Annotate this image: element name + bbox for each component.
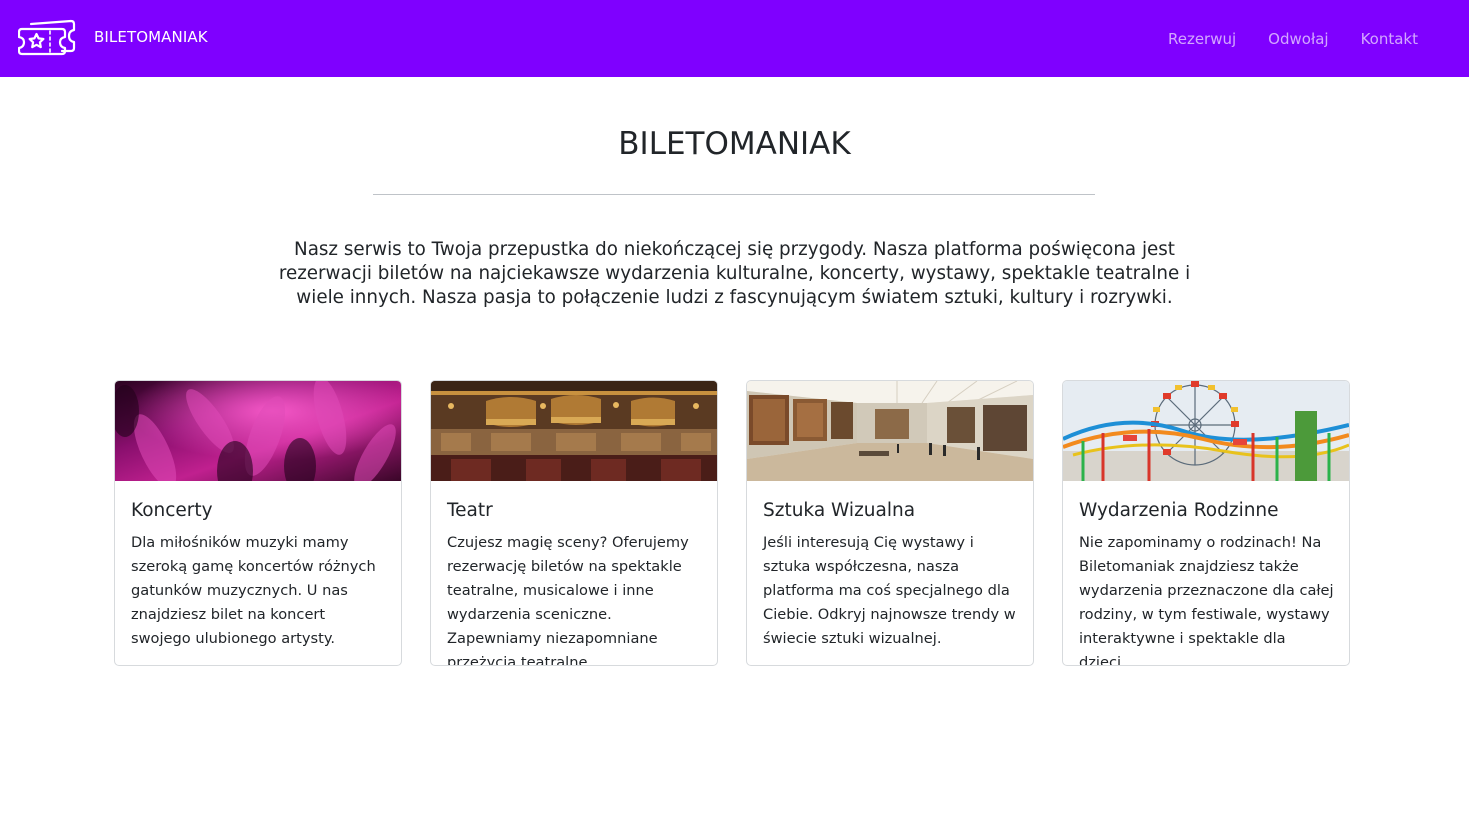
nav-link-kontakt[interactable]: Kontakt (1361, 30, 1418, 48)
card-text: Czujesz magię sceny? Oferujemy rezerwacj… (447, 534, 689, 666)
card-body: Koncerty Dla miłośników muzyki mamy szer… (115, 481, 401, 651)
nav-link-odwolaj[interactable]: Odwołaj (1268, 30, 1328, 48)
ticket-star-icon (18, 19, 76, 56)
card-body: Sztuka Wizualna Jeśli interesują Cię wys… (747, 481, 1033, 651)
card-body: Teatr Czujesz magię sceny? Oferujemy rez… (431, 481, 717, 666)
brand-name: BILETOMANIAK (94, 28, 208, 46)
concert-image (115, 381, 401, 481)
card-title: Teatr (447, 500, 493, 521)
page-title: BILETOMANIAK (618, 126, 851, 162)
card-sztuka-wizualna: Sztuka Wizualna Jeśli interesują Cię wys… (746, 380, 1034, 666)
card-text: Nie zapominamy o rodzinach! Na Biletoman… (1079, 534, 1334, 666)
card-text: Dla miłośników muzyki mamy szeroką gamę … (131, 534, 376, 647)
theater-image (431, 381, 717, 481)
card-title: Wydarzenia Rodzinne (1079, 500, 1279, 521)
nav-links: Rezerwuj Odwołaj Kontakt (1168, 0, 1418, 77)
card-text: Jeśli interesują Cię wystawy i sztuka ws… (763, 534, 1016, 647)
top-navbar: BILETOMANIAK Rezerwuj Odwołaj Kontakt (0, 0, 1469, 77)
intro-text: Nasz serwis to Twoja przepustka do nieko… (278, 239, 1191, 308)
card-koncerty: Koncerty Dla miłośników muzyki mamy szer… (114, 380, 402, 666)
card-teatr: Teatr Czujesz magię sceny? Oferujemy rez… (430, 380, 718, 666)
card-title: Koncerty (131, 500, 213, 521)
amusement-park-image (1063, 381, 1349, 481)
nav-link-rezerwuj[interactable]: Rezerwuj (1168, 30, 1236, 48)
card-body: Wydarzenia Rodzinne Nie zapominamy o rod… (1063, 481, 1349, 666)
card-title: Sztuka Wizualna (763, 500, 916, 521)
card-wydarzenia-rodzinne: Wydarzenia Rodzinne Nie zapominamy o rod… (1062, 380, 1350, 666)
art-gallery-image (747, 381, 1033, 481)
title-divider (373, 194, 1095, 195)
brand-link[interactable]: BILETOMANIAK (18, 18, 208, 56)
